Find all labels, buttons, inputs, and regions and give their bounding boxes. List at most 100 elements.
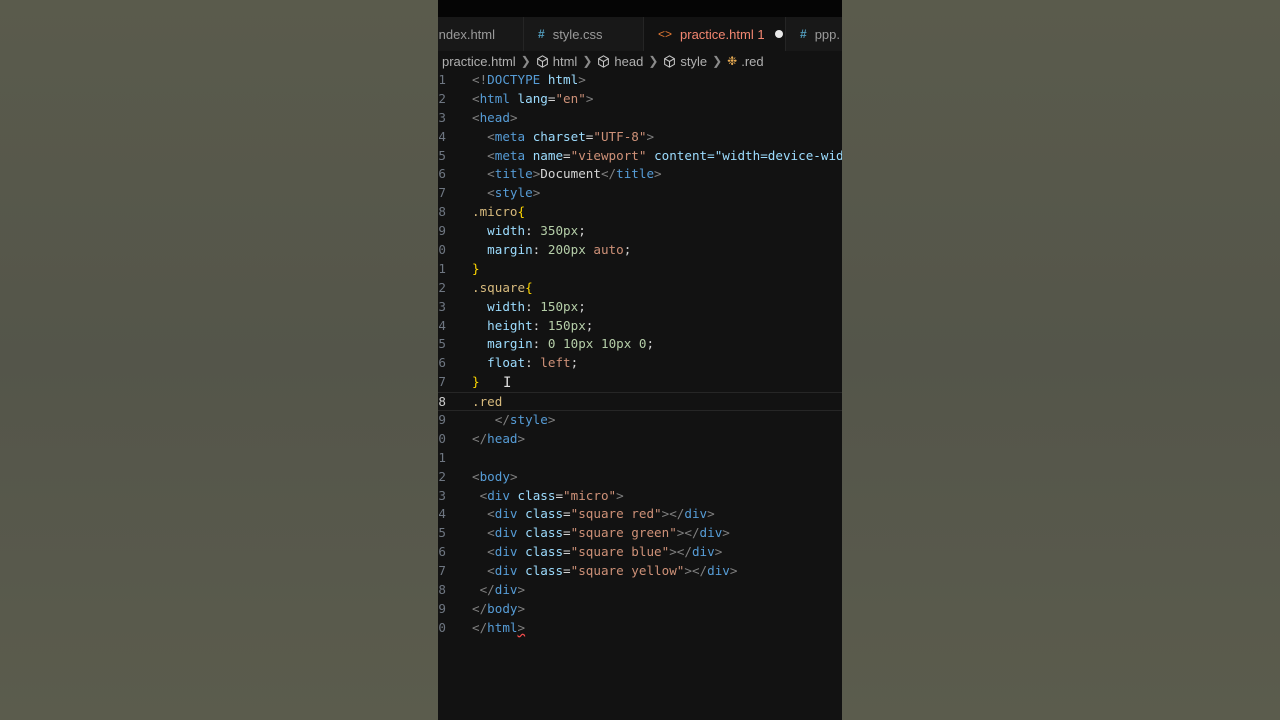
line-number: 1 [438, 72, 446, 87]
line-number: 7 [438, 185, 446, 201]
code-text: .red [472, 394, 503, 410]
code-text: <div class="square yellow"></div> [487, 563, 738, 579]
code-text: margin: 200px auto; [487, 242, 632, 258]
code-line[interactable]: 2 <html lang="en"> [438, 90, 842, 109]
code-line[interactable]: 9 width: 350px; [438, 222, 842, 241]
line-number: 2 [438, 90, 446, 106]
code-line[interactable]: 8 .micro{ [438, 203, 842, 222]
code-line[interactable]: 6 <div class="square blue"></div> [438, 543, 842, 562]
code-area[interactable]: 1 <!DOCTYPE html> 2 <html lang="en"> 3 <head>… [438, 71, 842, 720]
code-line[interactable]: 0 margin: 200px auto; [438, 241, 842, 260]
code-text: <!DOCTYPE html> [472, 72, 586, 87]
code-line[interactable]: 6 <title>Document</title> [438, 165, 842, 184]
line-number: 8 [438, 394, 446, 410]
code-text: <div class="square blue"></div> [487, 544, 723, 560]
code-line[interactable]: 8 .red [438, 392, 842, 412]
line-number: 5 [438, 336, 446, 352]
breadcrumb-file[interactable]: practice.html [442, 54, 516, 69]
chevron-right-icon: ❯ [582, 54, 593, 68]
line-number: 2 [438, 468, 446, 484]
line-number: 3 [438, 109, 446, 125]
line-number: 2 [438, 279, 446, 295]
code-line[interactable]: 3 <head> [438, 109, 842, 128]
line-number: 0 [438, 430, 446, 446]
code-line[interactable]: 0 </html> [438, 619, 842, 638]
blurred-background-right [842, 0, 1280, 720]
code-text: width: 350px; [487, 223, 586, 239]
line-number: 8 [438, 204, 446, 220]
code-text: width: 150px; [487, 298, 586, 314]
code-text: <meta charset="UTF-8"> [487, 128, 655, 144]
code-line[interactable]: 7} [438, 373, 842, 392]
code-text: <div class="square green"></div> [487, 525, 730, 541]
line-number: 7 [438, 374, 446, 390]
breadcrumb-item[interactable]: style [680, 54, 707, 69]
code-line[interactable]: 4 <meta charset="UTF-8"> [438, 128, 842, 147]
code-text: </html> [472, 619, 526, 635]
breadcrumb: practice.html ❯ html ❯ head ❯ style ❯ ❉ … [438, 51, 842, 71]
code-line[interactable]: 1} [438, 260, 842, 279]
code-line[interactable]: 3 <div class="micro"> [438, 487, 842, 506]
code-text: .micro{ [472, 204, 526, 220]
tab-style-css[interactable]: # style.css [524, 17, 644, 51]
code-line[interactable]: 7 <style> [438, 184, 842, 203]
line-number: 9 [438, 223, 446, 239]
code-line[interactable]: 9 </body> [438, 600, 842, 619]
code-text: } [472, 260, 480, 276]
html-code-icon: <> [658, 27, 673, 41]
code-text: </body> [472, 600, 526, 616]
text-cursor-icon: I [503, 375, 512, 391]
line-number: 0 [438, 619, 446, 635]
code-editor: index.html # style.css <> practice.html … [438, 0, 842, 720]
code-text: <body> [472, 468, 518, 484]
line-number: 9 [438, 600, 446, 616]
code-line[interactable]: 7 <div class="square yellow"></div> [438, 562, 842, 581]
symbol-cube-icon [664, 54, 676, 68]
code-text: </div> [479, 582, 526, 598]
tab-practice-html[interactable]: <> practice.html 1 [644, 17, 786, 51]
css-hash-icon: # [800, 27, 807, 41]
line-number: 6 [438, 166, 446, 182]
code-text: height: 150px; [487, 317, 594, 333]
code-line[interactable]: 8 </div> [438, 581, 842, 600]
breadcrumb-item[interactable]: html [553, 54, 578, 69]
chevron-right-icon: ❯ [648, 54, 659, 68]
line-number: 7 [438, 563, 446, 579]
code-text: <div class="micro"> [479, 487, 624, 503]
code-line[interactable]: 1 <!DOCTYPE html> [438, 71, 842, 90]
symbol-cube-icon [598, 54, 610, 68]
line-number: 1 [438, 449, 446, 465]
code-line[interactable]: 5 <meta name="viewport" content="width=d… [438, 147, 842, 166]
code-line[interactable]: 5 margin: 0 10px 10px 0; [438, 335, 842, 354]
breadcrumb-last[interactable]: .red [741, 54, 763, 69]
line-number: 9 [438, 412, 446, 428]
code-line[interactable]: 4 height: 150px; [438, 317, 842, 336]
blurred-background-left [0, 0, 438, 720]
tab-label: index.html [438, 26, 495, 42]
code-text: <head> [472, 109, 518, 125]
code-text: float: left; [487, 355, 579, 371]
breadcrumb-item[interactable]: head [614, 54, 643, 69]
code-line[interactable]: 1 [438, 449, 842, 468]
code-line[interactable]: 2 <body> [438, 468, 842, 487]
code-line[interactable]: 6 float: left; [438, 354, 842, 373]
code-line[interactable]: 3 width: 150px; [438, 298, 842, 317]
code-line[interactable]: 0 </head> [438, 430, 842, 449]
tab-index-html[interactable]: index.html [438, 17, 524, 51]
line-number: 3 [438, 298, 446, 314]
code-text: } [472, 374, 480, 390]
code-line[interactable]: 5 <div class="square green"></div> [438, 524, 842, 543]
tab-ppp[interactable]: # ppp. [786, 17, 842, 51]
line-number: 6 [438, 544, 446, 560]
line-number: 6 [438, 355, 446, 371]
css-hash-icon: # [538, 27, 545, 41]
line-number: 5 [438, 525, 446, 541]
line-number: 4 [438, 128, 446, 144]
tab-label: ppp. [814, 26, 840, 42]
code-text: </head> [472, 430, 526, 446]
code-line[interactable]: 2 .square{ [438, 279, 842, 298]
unsaved-dot-icon[interactable] [774, 30, 783, 38]
code-text: margin: 0 10px 10px 0; [487, 336, 655, 352]
code-line[interactable]: 9 </style> [438, 411, 842, 430]
code-line[interactable]: 4 <div class="square red"></div> [438, 505, 842, 524]
